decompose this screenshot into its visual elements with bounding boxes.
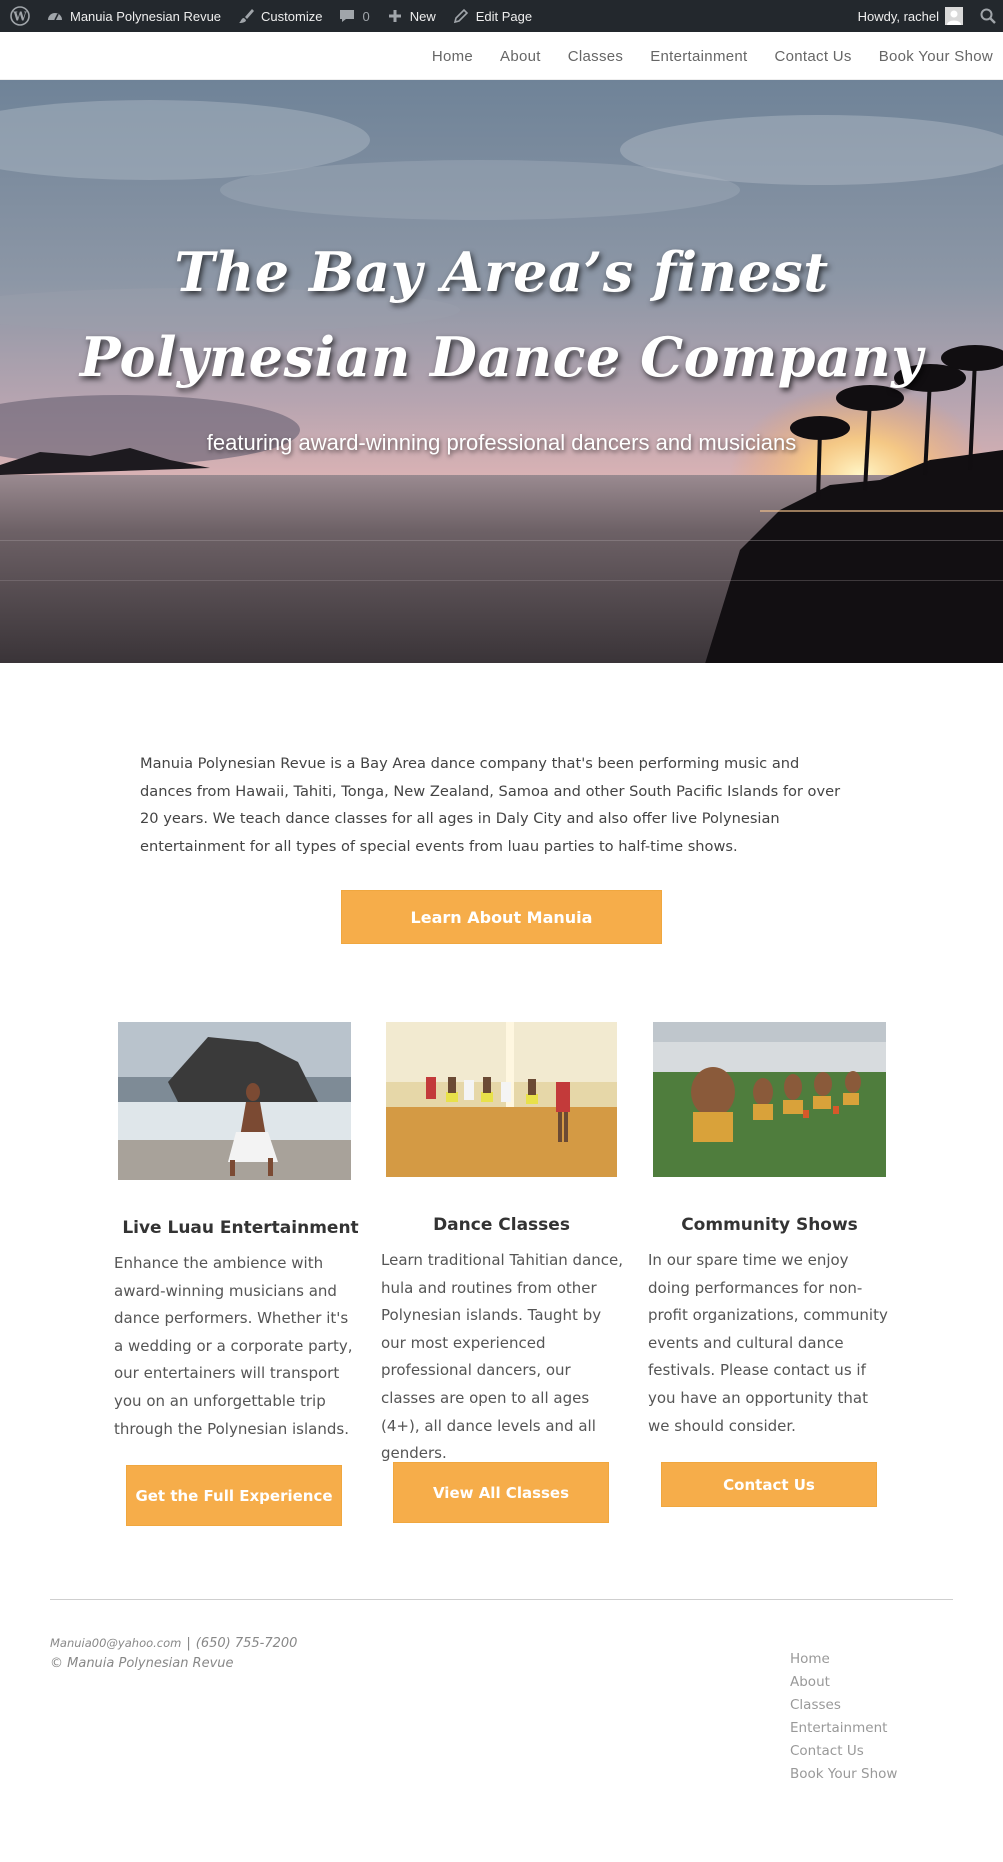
column-title-luau: Live Luau Entertainment	[122, 1218, 359, 1238]
feature-column-community: Community Shows In our spare time we enj…	[648, 1022, 898, 1507]
nav-item-about[interactable]: About	[500, 48, 541, 65]
comments-link[interactable]: 0	[330, 0, 377, 32]
luau-dancer-photo	[118, 1022, 351, 1180]
avatar	[945, 7, 963, 25]
svg-text:W: W	[12, 10, 27, 24]
footer-nav-home[interactable]: Home	[790, 1648, 897, 1671]
new-label: New	[409, 8, 436, 24]
site-name-label: Manuia Polynesian Revue	[70, 8, 222, 24]
footer-nav-contact-us[interactable]: Contact Us	[790, 1740, 897, 1763]
view-all-classes-button[interactable]: View All Classes	[393, 1462, 609, 1523]
site-name-link[interactable]: Manuia Polynesian Revue	[38, 0, 229, 32]
column-text-community: In our spare time we enjoy doing perform…	[648, 1251, 888, 1435]
nav-item-contact-us[interactable]: Contact Us	[775, 48, 852, 65]
footer-phone: (650) 755-7200	[195, 1636, 298, 1651]
footer-divider	[50, 1599, 953, 1600]
contact-us-button[interactable]: Contact Us	[661, 1462, 877, 1507]
footer-nav-book-your-show[interactable]: Book Your Show	[790, 1763, 897, 1786]
main-nav: Home About Classes Entertainment Contact…	[405, 32, 993, 80]
edit-page-link[interactable]: Edit Page	[444, 0, 540, 32]
wordpress-logo-button[interactable]: W	[0, 0, 38, 32]
hero-banner: The Bay Area’s finest Polynesian Dance C…	[0, 80, 1003, 663]
column-title-community: Community Shows	[681, 1215, 858, 1235]
footer-nav: Home About Classes Entertainment Contact…	[790, 1648, 897, 1786]
intro-text: Manuia Polynesian Revue is a Bay Area da…	[140, 755, 841, 855]
footer-contact: Manuia00@yahoo.com | (650) 755-7200 © Manu…	[50, 1633, 297, 1674]
community-show-photo	[653, 1022, 886, 1177]
nav-item-book-your-show[interactable]: Book Your Show	[879, 48, 993, 65]
search-icon	[979, 7, 997, 25]
hero-title-line-1: The Bay Area’s finest	[174, 240, 829, 304]
pencil-icon	[452, 7, 470, 25]
feature-column-classes: Dance Classes Learn traditional Tahitian…	[381, 1022, 631, 1523]
site-header: Home About Classes Entertainment Contact…	[0, 32, 1003, 80]
wordpress-icon: W	[10, 6, 30, 26]
nav-item-home[interactable]: Home	[432, 48, 473, 65]
footer-nav-classes[interactable]: Classes	[790, 1694, 897, 1717]
nav-item-entertainment[interactable]: Entertainment	[650, 48, 747, 65]
customize-link[interactable]: Customize	[229, 0, 330, 32]
nav-item-classes[interactable]: Classes	[568, 48, 623, 65]
admin-search-button[interactable]	[971, 0, 1003, 32]
comment-icon	[338, 7, 356, 25]
plus-icon	[386, 7, 404, 25]
howdy-label: Howdy, rachel	[857, 8, 939, 24]
footer-separator: |	[186, 1636, 191, 1651]
comments-count: 0	[362, 8, 370, 24]
column-text-luau: Enhance the ambience with award-winning …	[114, 1254, 353, 1438]
footer-email[interactable]: Manuia00@yahoo.com	[50, 1636, 181, 1650]
learn-about-button[interactable]: Learn About Manuia	[341, 890, 662, 944]
hero-title-line-2: Polynesian Dance Company	[79, 325, 924, 389]
customize-label: Customize	[261, 8, 323, 24]
column-text-classes: Learn traditional Tahitian dance, hula a…	[381, 1251, 624, 1463]
footer-copyright: © Manuia Polynesian Revue	[50, 1656, 234, 1671]
dashboard-icon	[46, 7, 64, 25]
paintbrush-icon	[237, 7, 255, 25]
dance-class-photo	[386, 1022, 617, 1177]
footer-nav-entertainment[interactable]: Entertainment	[790, 1717, 897, 1740]
hero-subtitle: featuring award-winning professional dan…	[206, 430, 797, 455]
column-title-classes: Dance Classes	[433, 1215, 570, 1235]
get-full-experience-button[interactable]: Get the Full Experience	[126, 1465, 342, 1526]
admin-bar: W Manuia Polynesian Revue Customize 0 Ne…	[0, 0, 1003, 32]
edit-page-label: Edit Page	[475, 8, 533, 24]
my-account-link[interactable]: Howdy, rachel	[850, 0, 971, 32]
feature-column-luau: Live Luau Entertainment Enhance the ambi…	[114, 1022, 363, 1526]
footer-nav-about[interactable]: About	[790, 1671, 897, 1694]
new-content-link[interactable]: New	[378, 0, 444, 32]
